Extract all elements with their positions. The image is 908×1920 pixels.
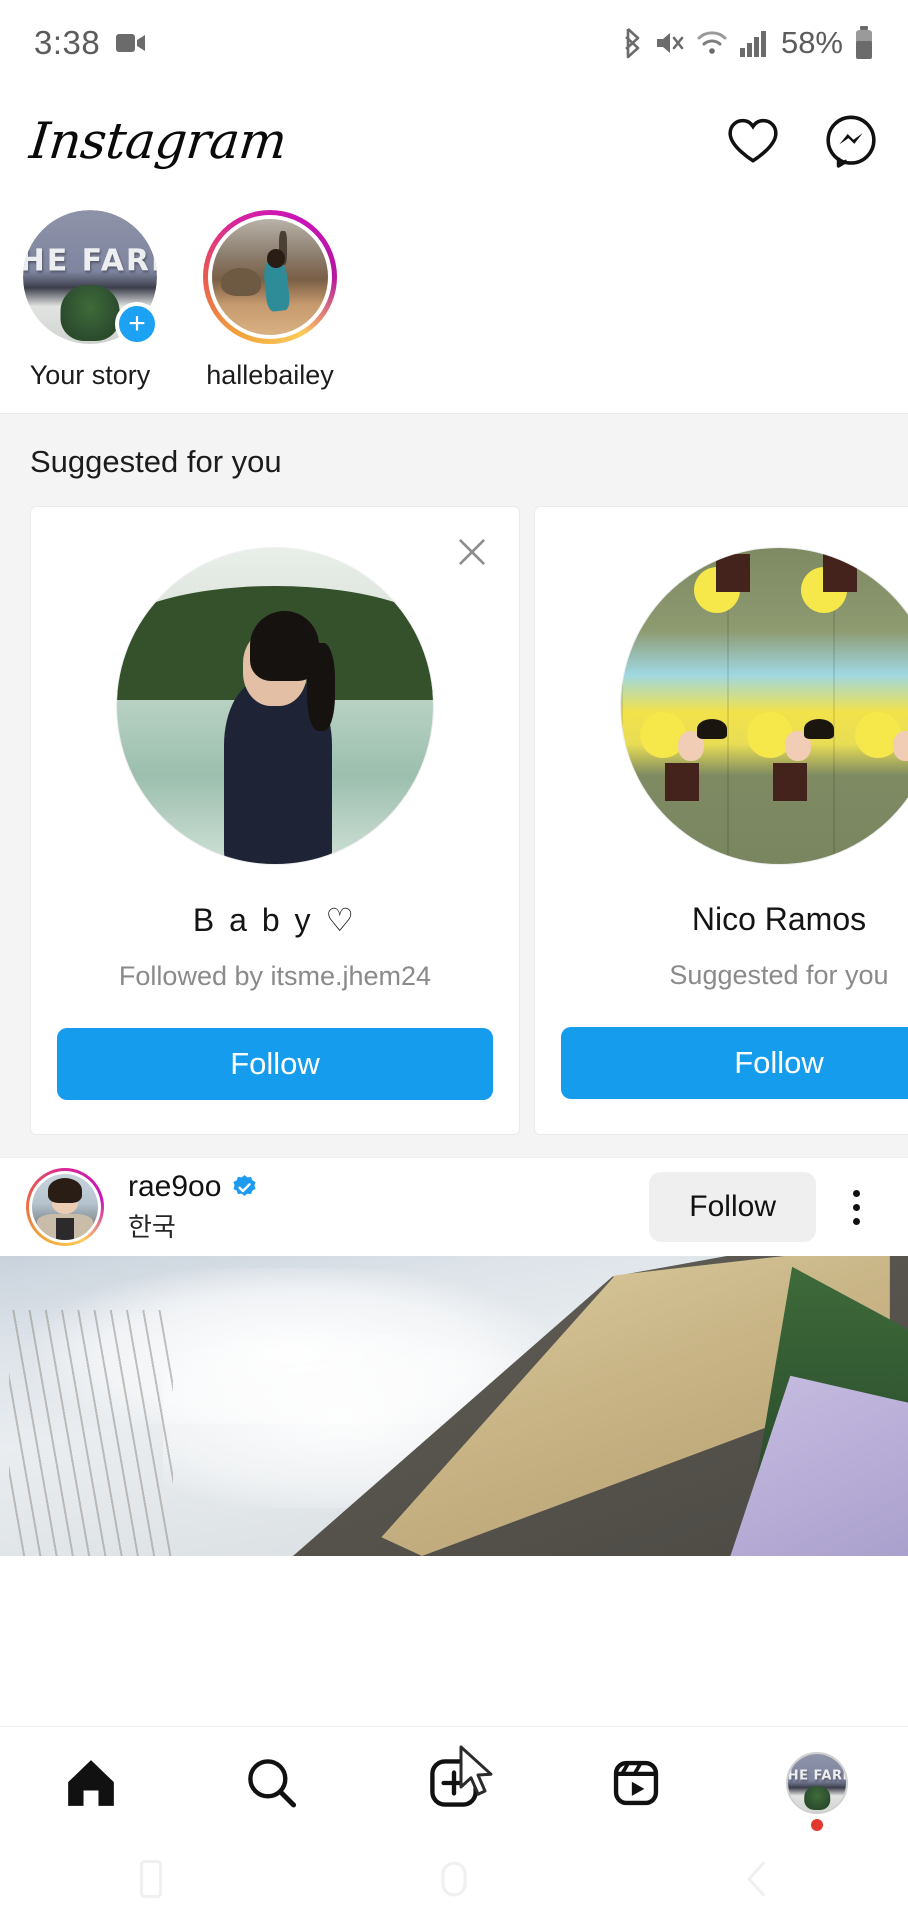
post-photo[interactable] (0, 1256, 908, 1556)
notification-dot (811, 1818, 824, 1831)
follow-button[interactable]: Follow (561, 1027, 908, 1099)
feed-post: rae9oo 한국 Follow (0, 1157, 908, 1556)
post-author-avatar-image (32, 1174, 98, 1240)
video-recording-icon (116, 32, 146, 54)
suggested-user-card[interactable]: Nico Ramos Suggested for you Follow (534, 506, 908, 1135)
suggested-cards-carousel[interactable]: B a b y ♡ Followed by itsme.jhem24 Follo… (0, 506, 908, 1135)
story-avatar-ring (203, 210, 337, 344)
heart-icon[interactable] (726, 116, 780, 166)
back-icon[interactable] (697, 1860, 817, 1898)
nav-profile[interactable]: THE FARM (742, 1727, 892, 1839)
suggested-user-subtitle: Suggested for you (669, 960, 889, 990)
close-icon[interactable] (449, 529, 495, 575)
recents-icon[interactable] (91, 1860, 211, 1898)
story-avatar-inner (208, 215, 332, 339)
instagram-app-screen: 3:38 58% Instagram HE FAR + Your story h… (0, 0, 908, 1920)
messenger-icon[interactable] (824, 114, 878, 168)
battery-percent-label: 58% (780, 25, 843, 60)
suggested-user-card[interactable]: B a b y ♡ Followed by itsme.jhem24 Follo… (30, 506, 520, 1135)
app-header: Instagram (0, 86, 908, 196)
profile-avatar: THE FARM (786, 1751, 849, 1814)
suggested-section-title: Suggested for you (30, 444, 282, 479)
post-location[interactable]: 한국 (128, 1207, 258, 1244)
nav-home[interactable] (16, 1727, 166, 1839)
story-avatar-ring: THE FARM + (23, 210, 159, 346)
wifi-icon (696, 28, 728, 58)
post-header-actions: Follow (649, 1172, 882, 1242)
home-icon[interactable] (394, 1860, 514, 1898)
home-icon (63, 1756, 119, 1810)
status-bar-right: 58% (620, 25, 874, 61)
status-bar-left: 3:38 (34, 24, 146, 62)
android-system-nav[interactable] (0, 1838, 908, 1920)
story-your-story[interactable]: THE FARM + Your story (0, 210, 180, 391)
post-author-avatar-ring[interactable] (26, 1168, 104, 1246)
post-author-avatar-inner (29, 1171, 101, 1243)
stories-tray[interactable]: THE FARM + Your story (0, 196, 908, 413)
suggested-user-subtitle: Followed by itsme.jhem24 (118, 961, 432, 991)
follow-button[interactable]: Follow (57, 1028, 493, 1100)
post-follow-button[interactable]: Follow (649, 1172, 816, 1242)
add-story-badge[interactable]: + (115, 302, 159, 346)
bottom-navigation-bar[interactable]: THE FARM (0, 1726, 908, 1838)
post-author-line[interactable]: rae9oo (128, 1170, 258, 1204)
post-header: rae9oo 한국 Follow (0, 1158, 908, 1256)
suggested-user-avatar[interactable] (116, 547, 434, 865)
suggested-for-you-section: Suggested for you B a b y ♡ Followed by … (0, 413, 908, 1157)
bluetooth-icon (620, 27, 644, 59)
cellular-signal-icon (739, 28, 767, 58)
post-username[interactable]: rae9oo (128, 1170, 221, 1204)
search-icon (244, 1756, 300, 1810)
suggested-user-avatar[interactable] (620, 547, 908, 865)
app-header-actions (726, 114, 878, 168)
suggested-user-name: Nico Ramos (691, 901, 867, 937)
battery-icon (854, 26, 874, 60)
nav-create[interactable] (379, 1727, 529, 1839)
story-label: hallebailey (206, 360, 334, 390)
instagram-logo[interactable]: Instagram (27, 112, 289, 170)
post-author-meta: rae9oo 한국 (128, 1170, 258, 1244)
story-label: Your story (29, 360, 151, 390)
status-bar: 3:38 58% (0, 0, 908, 86)
mute-icon (655, 28, 685, 58)
reels-icon (608, 1756, 664, 1810)
nav-reels[interactable] (561, 1727, 711, 1839)
more-vertical-icon[interactable] (830, 1189, 882, 1225)
nav-search[interactable] (197, 1727, 347, 1839)
suggested-user-name: B a b y ♡ (192, 902, 358, 938)
hallebailey-avatar-image (212, 219, 328, 335)
status-bar-clock: 3:38 (34, 24, 101, 61)
mouse-cursor (457, 1745, 501, 1799)
story-hallebailey[interactable]: hallebailey (180, 210, 360, 391)
verified-badge-icon (231, 1174, 258, 1201)
